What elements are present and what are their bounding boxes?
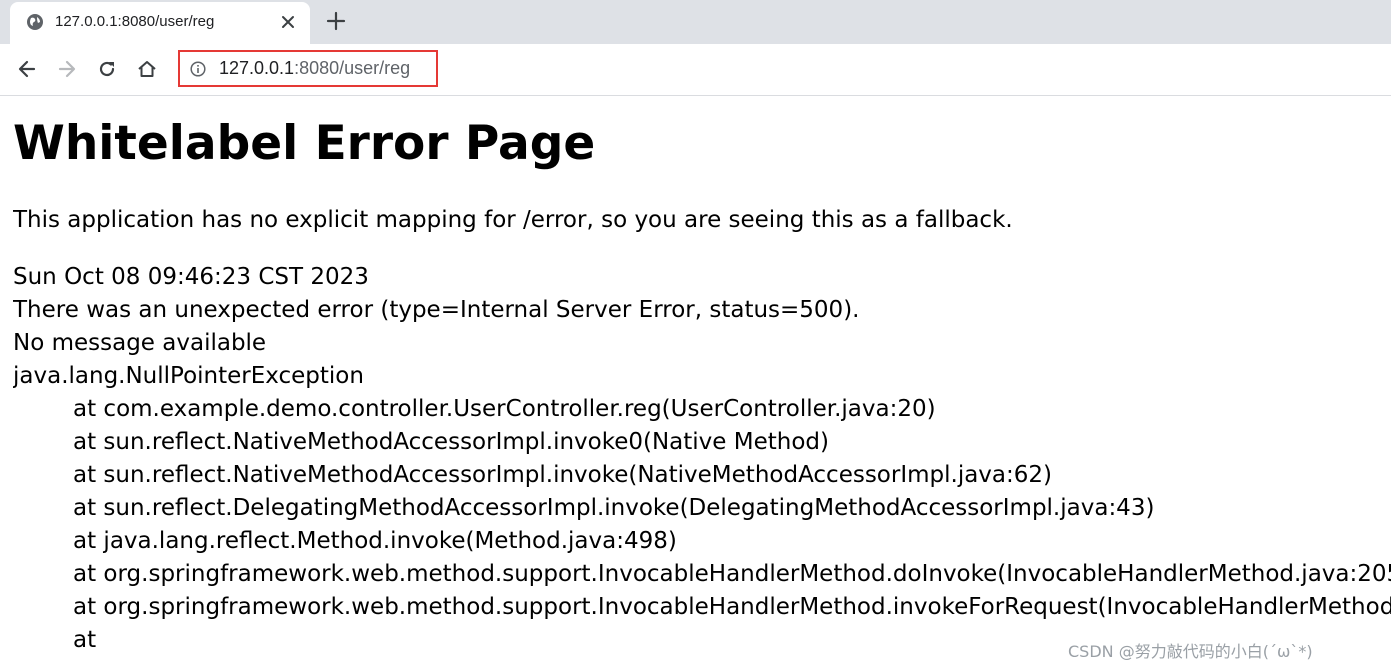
url-text[interactable]: 127.0.0.1:8080/user/reg xyxy=(219,58,410,79)
browser-tab[interactable]: 127.0.0.1:8080/user/reg xyxy=(10,2,310,44)
stack-trace-line: at java.lang.reflect.Method.invoke(Metho… xyxy=(73,528,677,554)
stack-trace-line: at sun.reflect.DelegatingMethodAccessorI… xyxy=(73,495,1155,521)
page-content: Whitelabel Error Page This application h… xyxy=(13,96,1391,669)
fallback-text: This application has no explicit mapping… xyxy=(13,207,1013,233)
url-host: 127.0.0.1 xyxy=(219,58,295,78)
url-path: :8080/user/reg xyxy=(294,58,411,78)
exception-name: java.lang.NullPointerException xyxy=(13,363,364,389)
stack-trace-line: at org.springframework.web.method.suppor… xyxy=(73,561,1391,587)
tab-title: 127.0.0.1:8080/user/reg xyxy=(55,13,215,30)
address-bar[interactable]: 127.0.0.1:8080/user/reg xyxy=(178,50,438,87)
stack-trace-line: at org.springframework.web.method.suppor… xyxy=(73,594,1391,620)
page-title: Whitelabel Error Page xyxy=(13,116,596,171)
error-details: Sun Oct 08 09:46:23 CST 2023 There was a… xyxy=(13,261,1391,657)
arrow-left-icon[interactable] xyxy=(16,58,38,80)
watermark: CSDN @努力敲代码的小白(´ω`*) xyxy=(1068,642,1313,661)
stack-trace-line: at sun.reflect.NativeMethodAccessorImpl.… xyxy=(73,462,1053,488)
globe-icon xyxy=(27,14,43,30)
browser-toolbar: 127.0.0.1:8080/user/reg xyxy=(0,44,1391,96)
tab-strip: 127.0.0.1:8080/user/reg xyxy=(0,0,1391,44)
reload-icon[interactable] xyxy=(96,58,118,80)
arrow-right-icon[interactable] xyxy=(56,58,78,80)
home-icon[interactable] xyxy=(136,58,158,80)
stack-trace-line: at com.example.demo.controller.UserContr… xyxy=(73,396,936,422)
info-icon[interactable] xyxy=(190,61,206,77)
error-message: No message available xyxy=(13,330,267,356)
new-tab-button[interactable] xyxy=(326,11,346,31)
error-timestamp: Sun Oct 08 09:46:23 CST 2023 xyxy=(13,264,369,290)
stack-trace-line: at sun.reflect.NativeMethodAccessorImpl.… xyxy=(73,429,829,455)
error-summary: There was an unexpected error (type=Inte… xyxy=(13,297,860,323)
close-icon[interactable] xyxy=(280,14,296,30)
